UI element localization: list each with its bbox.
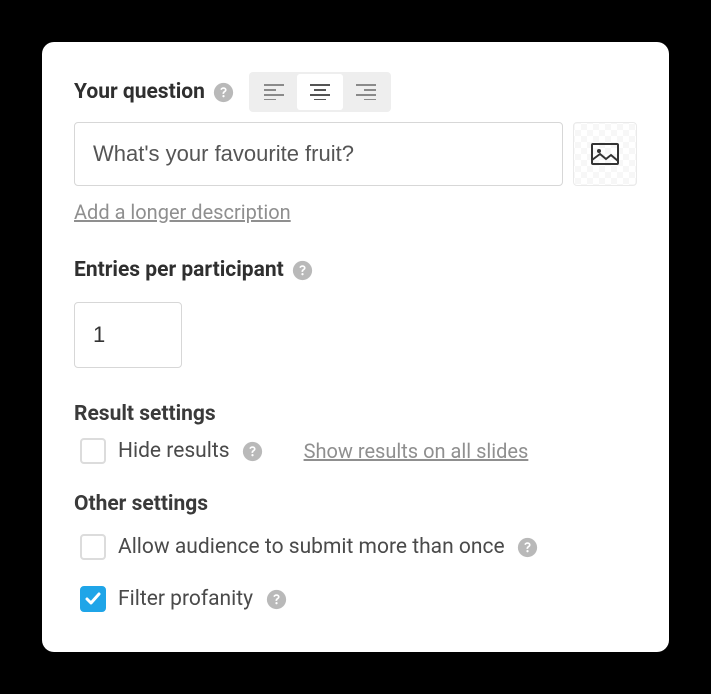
entries-input[interactable] — [74, 302, 182, 368]
entries-section: Entries per participant — [74, 258, 637, 368]
filter-profanity-checkbox[interactable] — [80, 586, 106, 612]
hide-results-label: Hide results — [118, 439, 230, 463]
filter-profanity-label: Filter profanity — [118, 587, 253, 611]
question-header: Your question — [74, 72, 637, 112]
settings-panel: Your question Add a longer description E… — [42, 42, 669, 652]
help-icon[interactable] — [242, 440, 264, 462]
add-description-link[interactable]: Add a longer description — [74, 200, 291, 224]
question-label: Your question — [74, 80, 205, 104]
show-results-all-link[interactable]: Show results on all slides — [304, 439, 529, 463]
help-icon[interactable] — [292, 259, 314, 281]
allow-multiple-checkbox[interactable] — [80, 534, 106, 560]
question-input[interactable] — [74, 122, 563, 186]
allow-multiple-label: Allow audience to submit more than once — [118, 535, 505, 559]
help-icon[interactable] — [213, 81, 235, 103]
result-settings-section: Result settings Hide results Show result… — [74, 402, 637, 464]
align-left-button[interactable] — [251, 74, 297, 110]
help-icon[interactable] — [265, 588, 287, 610]
result-settings-title: Result settings — [74, 402, 637, 426]
help-icon[interactable] — [517, 536, 539, 558]
align-center-button[interactable] — [297, 74, 343, 110]
add-image-button[interactable] — [573, 122, 637, 186]
alignment-group — [249, 72, 391, 112]
hide-results-checkbox[interactable] — [80, 438, 106, 464]
align-right-button[interactable] — [343, 74, 389, 110]
question-input-row — [74, 122, 637, 186]
other-settings-section: Other settings Allow audience to submit … — [74, 492, 637, 618]
other-settings-title: Other settings — [74, 492, 637, 516]
entries-label: Entries per participant — [74, 258, 284, 282]
